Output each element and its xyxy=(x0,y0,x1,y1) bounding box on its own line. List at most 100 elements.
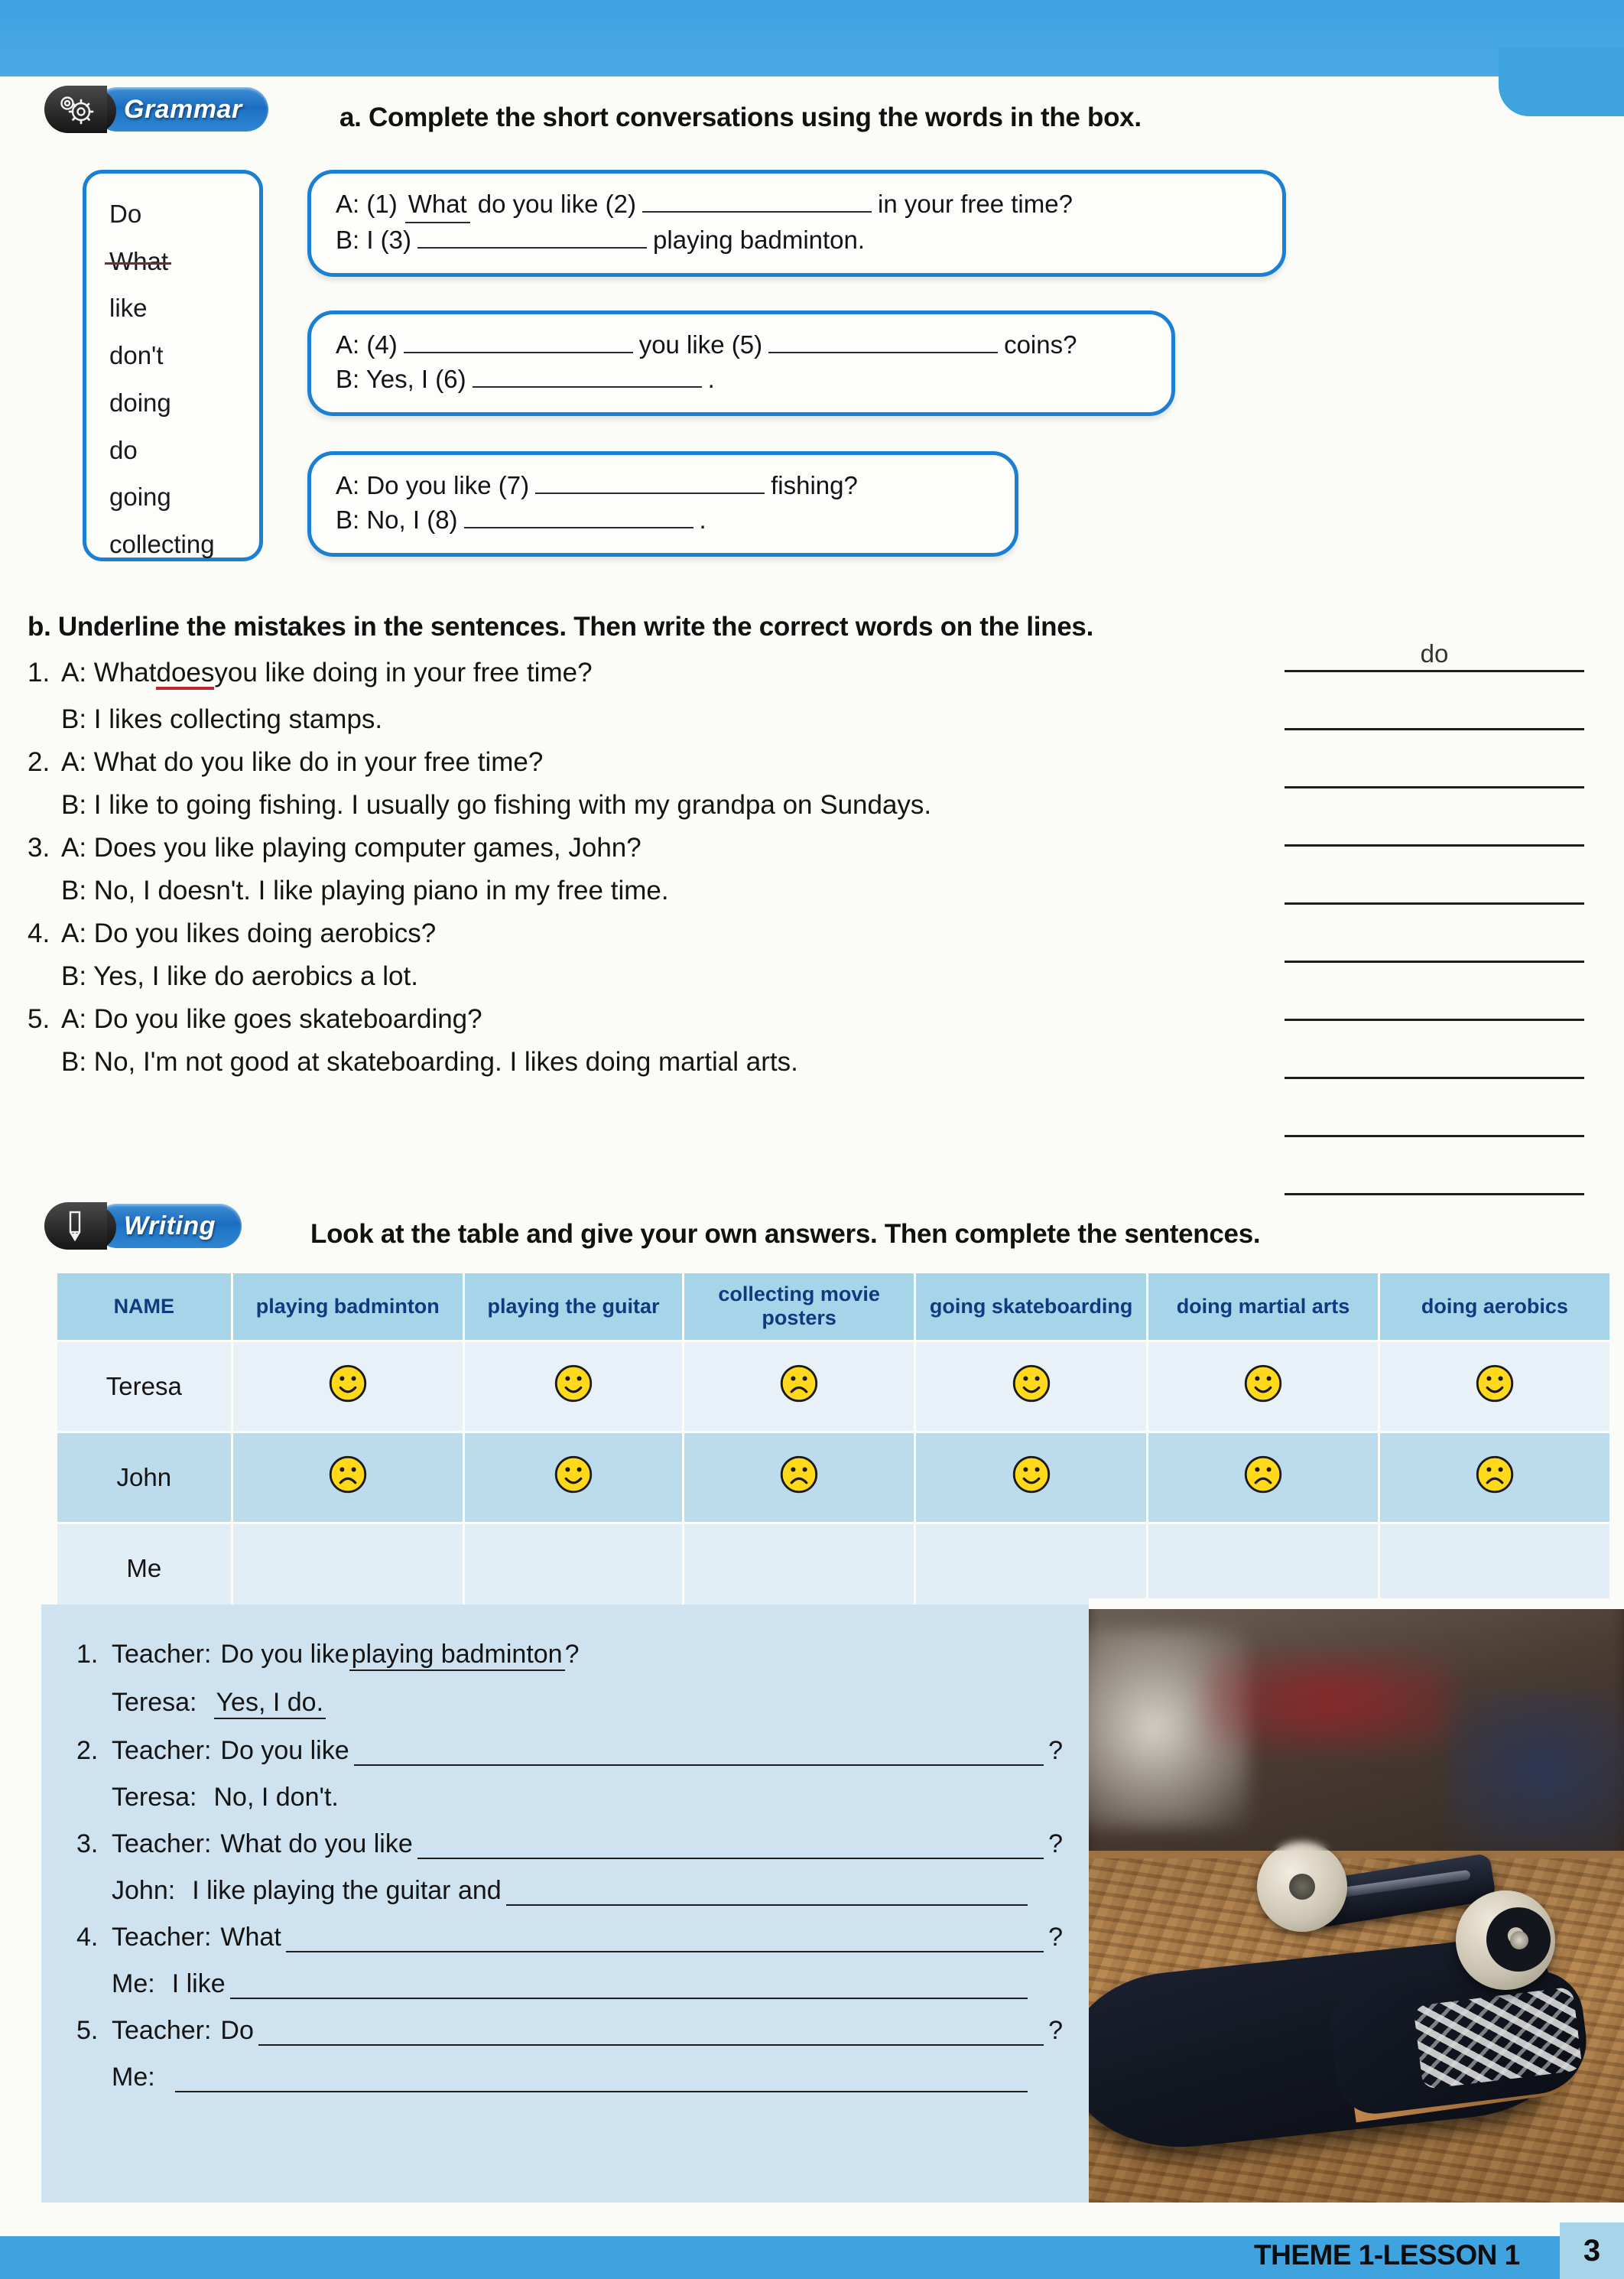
exercise-3-a-speaker: John: xyxy=(112,1876,176,1905)
answer-line-1-text: do xyxy=(1420,639,1449,668)
table-cell-happy-face-icon xyxy=(232,1341,463,1431)
exercise-2-a-text[interactable]: No, I don't. xyxy=(214,1783,339,1812)
exercise-2-q-blank[interactable] xyxy=(353,1743,1044,1766)
answer-line-2[interactable] xyxy=(1285,701,1584,730)
bubble-3-line-a: A: Do you like (7) fishing? xyxy=(336,469,992,503)
mistake-5b-text[interactable]: B: No, I'm not good at skateboarding. I … xyxy=(61,1048,798,1075)
exercise-2-q-post: ? xyxy=(1048,1736,1063,1765)
exercise-number-2: 2. xyxy=(76,1736,99,1765)
exercise-row-5-answer: Me: xyxy=(76,2063,1032,2092)
table-col-badminton: playing badminton xyxy=(232,1273,463,1340)
table-cell-empty[interactable] xyxy=(464,1523,683,1613)
writing-badge: Writing xyxy=(44,1202,242,1250)
bubble-1-line-a: A: (1) What do you like (2) in your free… xyxy=(336,187,1259,223)
table-row: Teresa xyxy=(57,1341,1609,1431)
table-cell-empty[interactable] xyxy=(684,1523,914,1613)
gears-icon xyxy=(44,86,107,133)
exercise-5-q-pre: Do xyxy=(220,2016,254,2045)
answer-line-5[interactable] xyxy=(1285,875,1584,905)
table-col-guitar: playing the guitar xyxy=(464,1273,683,1340)
mistake-number-3: 3. xyxy=(28,833,50,863)
table-cell-happy-face-icon xyxy=(464,1341,683,1431)
table-row: John xyxy=(57,1432,1609,1522)
exercise-1-q-answer[interactable]: playing badminton xyxy=(349,1640,565,1671)
bubble-3-line-b: B: No, I (8) . xyxy=(336,503,992,538)
mistake-number-1: 1. xyxy=(28,658,50,688)
mistake-2b-text[interactable]: B: I like to going fishing. I usually go… xyxy=(61,792,931,818)
mistake-3b-text[interactable]: B: No, I doesn't. I like playing piano i… xyxy=(61,877,669,904)
bubble-2-blank-5[interactable] xyxy=(768,352,999,353)
bubble-1-b-post: playing badminton. xyxy=(653,225,866,254)
exercise-row-4-answer: Me: I like xyxy=(76,1969,1032,1999)
mistake-5a-text[interactable]: A: Do you like goes skateboarding? xyxy=(61,1006,482,1032)
mistake-1a-pre: A: What xyxy=(61,658,157,688)
answer-line-6[interactable] xyxy=(1285,933,1584,963)
exercise-5-q-speaker: Teacher: xyxy=(112,2016,212,2045)
mistake-1a-underlined[interactable]: does xyxy=(156,659,215,690)
answer-line-10[interactable] xyxy=(1285,1166,1584,1195)
answer-line-4[interactable] xyxy=(1285,817,1584,847)
photo-depth-blur xyxy=(1089,1598,1624,1851)
exercise-row-2-answer: Teresa: No, I don't. xyxy=(76,1783,1089,1812)
exercise-5-a-blank[interactable] xyxy=(174,2069,1028,2092)
exercise-3-q-blank[interactable] xyxy=(417,1836,1044,1859)
exercise-4-q-speaker: Teacher: xyxy=(112,1923,212,1952)
exercise-5-q-blank[interactable] xyxy=(258,2023,1044,2046)
answer-line-9[interactable] xyxy=(1285,1107,1584,1137)
mistake-4b-text[interactable]: B: Yes, I like do aerobics a lot. xyxy=(61,963,418,990)
table-col-posters: collecting movie posters xyxy=(684,1273,914,1340)
exercise-3-a-blank[interactable] xyxy=(505,1883,1028,1906)
word-box-item-struck: What xyxy=(104,238,172,285)
exercise-row-2-question: 2. Teacher: Do you like ? xyxy=(76,1736,1063,1766)
mistake-3a-text[interactable]: A: Does you like playing computer games,… xyxy=(61,834,641,861)
preferences-table: NAME playing badminton playing the guita… xyxy=(55,1271,1612,1615)
bubble-1-answer-1[interactable]: What xyxy=(404,187,470,223)
bubble-2-a-pre: A: (4) xyxy=(336,330,398,359)
bubble-2-a-mid: you like (5) xyxy=(638,330,763,359)
mistake-1b-text[interactable]: B: I likes collecting stamps. xyxy=(61,706,382,733)
mistake-2a-text[interactable]: A: What do you like do in your free time… xyxy=(61,749,543,775)
bubble-2-b-pre: B: Yes, I (6) xyxy=(336,364,466,393)
skateboard-photo xyxy=(1089,1598,1624,2203)
exercise-row-4-question: 4. Teacher: What ? xyxy=(76,1923,1063,1952)
table-col-martial-arts: doing martial arts xyxy=(1148,1273,1378,1340)
bubble-2-b-post: . xyxy=(707,364,715,393)
photo-top-edge xyxy=(1089,1598,1624,1609)
exercise-number-5: 5. xyxy=(76,2016,99,2045)
table-cell-sad-face-icon xyxy=(1148,1432,1378,1522)
bubble-3-blank-8[interactable] xyxy=(463,526,693,528)
mistake-4a-text[interactable]: A: Do you likes doing aerobics? xyxy=(61,920,436,947)
bubble-1-blank-2[interactable] xyxy=(641,211,872,213)
exercise-4-q-post: ? xyxy=(1048,1923,1063,1952)
table-cell-name: Me xyxy=(57,1523,231,1613)
answer-line-1[interactable]: do xyxy=(1285,639,1584,672)
exercise-row-3-question: 3. Teacher: What do you like ? xyxy=(76,1829,1063,1859)
answer-line-8[interactable] xyxy=(1285,1049,1584,1079)
bubble-3-blank-7[interactable] xyxy=(535,493,765,494)
table-col-skateboarding: going skateboarding xyxy=(916,1273,1147,1340)
conversation-bubble-3: A: Do you like (7) fishing? B: No, I (8)… xyxy=(307,451,1018,557)
bubble-1-a-mid: do you like (2) xyxy=(477,190,636,218)
exercise-1-a-answer[interactable]: Yes, I do. xyxy=(213,1688,326,1719)
bubble-2-blank-4[interactable] xyxy=(403,352,633,353)
answer-lines-group: do xyxy=(1285,639,1584,1195)
exercise-5-a-speaker: Me: xyxy=(112,2063,155,2092)
writing-exercise-panel: 1. Teacher: Do you like playing badminto… xyxy=(41,1604,1089,2203)
word-box-item: Do xyxy=(109,200,142,228)
bubble-1-blank-3[interactable] xyxy=(417,246,648,249)
exercise-1-q-post: ? xyxy=(564,1640,580,1669)
answer-line-3[interactable] xyxy=(1285,759,1584,788)
answer-line-7[interactable] xyxy=(1285,991,1584,1021)
bubble-2-blank-6[interactable] xyxy=(472,385,702,388)
exercise-4-a-blank[interactable] xyxy=(229,1976,1028,1999)
table-cell-happy-face-icon xyxy=(1379,1341,1609,1431)
table-cell-happy-face-icon xyxy=(916,1341,1147,1431)
table-cell-empty[interactable] xyxy=(232,1523,463,1613)
exercise-4-q-blank[interactable] xyxy=(285,1930,1044,1952)
bubble-1-a-pre: A: (1) xyxy=(336,190,398,218)
exercise-4-q-pre: What xyxy=(220,1923,281,1952)
grammar-badge: Grammar xyxy=(44,86,268,133)
word-box-item: like xyxy=(109,294,148,323)
exercise-3-q-post: ? xyxy=(1048,1829,1063,1858)
